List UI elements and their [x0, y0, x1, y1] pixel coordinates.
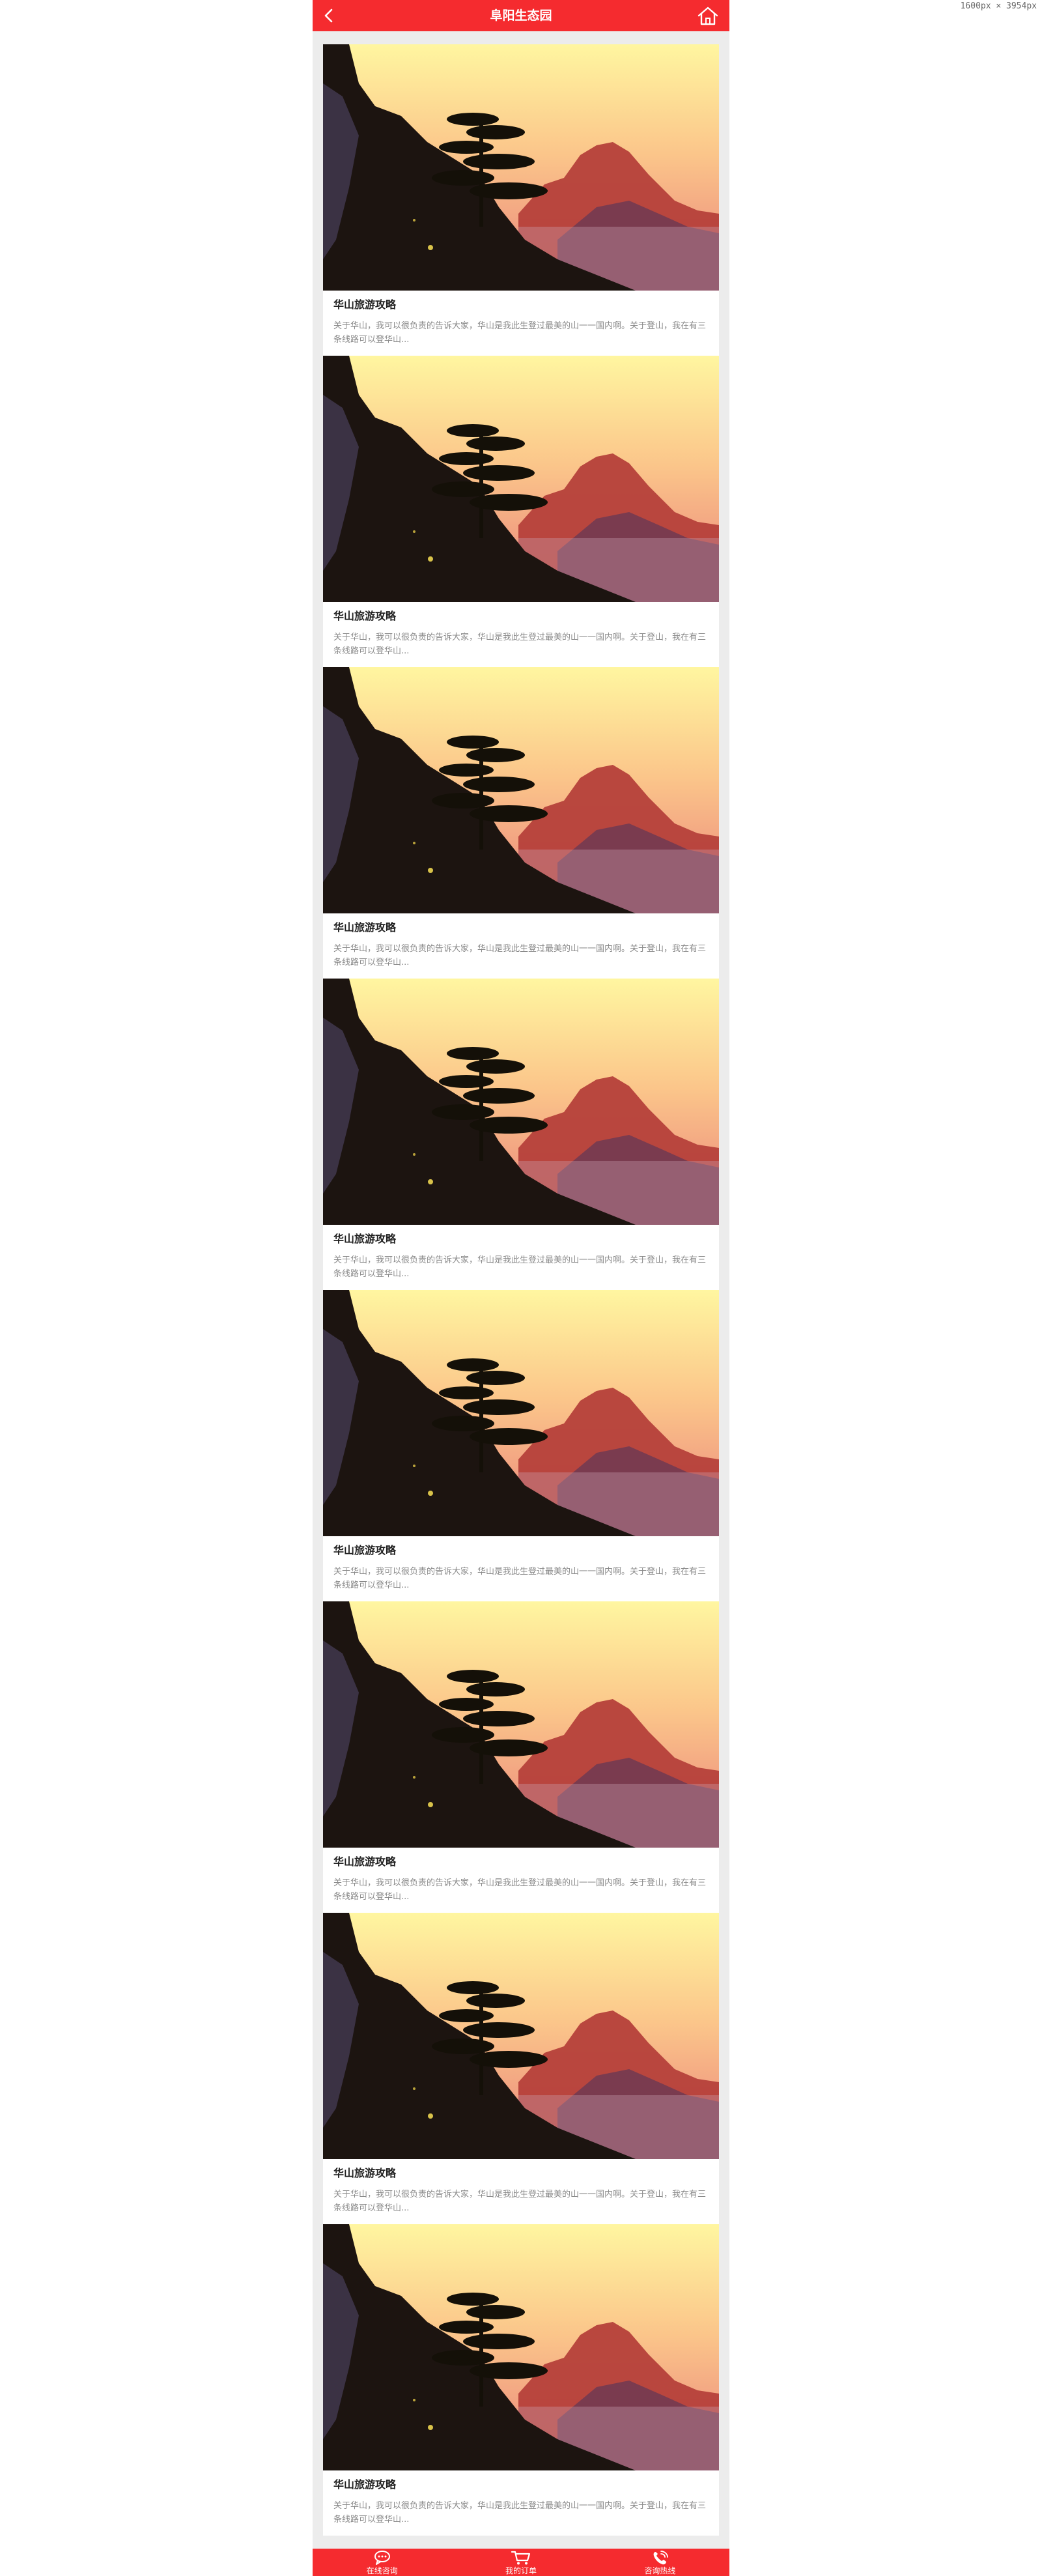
chat-bubble-icon	[374, 2551, 390, 2565]
article-card[interactable]: 华山旅游攻略关于华山，我可以很负责的告诉大家，华山是我此生登过最美的山一一国内啊…	[323, 2224, 719, 2536]
tab-my-orders[interactable]: 我的订单	[451, 2549, 590, 2576]
article-thumbnail	[323, 979, 719, 1225]
article-title: 华山旅游攻略	[333, 298, 397, 311]
tab-label: 我的订单	[505, 2566, 537, 2575]
article-thumbnail	[323, 667, 719, 913]
mobile-page: 阜阳生态园 华山旅游攻略关于华山，我可以很负责的告诉大家，华山是我此生登过最美的…	[313, 0, 729, 2576]
article-card[interactable]: 华山旅游攻略关于华山，我可以很负责的告诉大家，华山是我此生登过最美的山一一国内啊…	[323, 1913, 719, 2224]
article-summary: 关于华山，我可以很负责的告诉大家，华山是我此生登过最美的山一一国内啊。关于登山，…	[333, 1567, 707, 1590]
article-title: 华山旅游攻略	[333, 1544, 397, 1556]
article-thumbnail	[323, 2224, 719, 2470]
article-thumbnail	[323, 1290, 719, 1536]
article-thumbnail	[323, 1601, 719, 1848]
phone-call-icon	[653, 2551, 669, 2565]
article-summary: 关于华山，我可以很负责的告诉大家，华山是我此生登过最美的山一一国内啊。关于登山，…	[333, 1878, 707, 1902]
article-summary: 关于华山，我可以很负责的告诉大家，华山是我此生登过最美的山一一国内啊。关于登山，…	[333, 321, 707, 345]
article-title: 华山旅游攻略	[333, 1233, 397, 1245]
article-title: 华山旅游攻略	[333, 1855, 397, 1868]
article-card[interactable]: 华山旅游攻略关于华山，我可以很负责的告诉大家，华山是我此生登过最美的山一一国内啊…	[323, 667, 719, 979]
shopping-cart-icon	[511, 2551, 531, 2565]
tab-label: 咨询热线	[644, 2566, 676, 2575]
article-summary: 关于华山，我可以很负责的告诉大家，华山是我此生登过最美的山一一国内啊。关于登山，…	[333, 944, 707, 967]
screen-size-label: 1600px × 3954px	[960, 1, 1037, 11]
article-summary: 关于华山，我可以很负责的告诉大家，华山是我此生登过最美的山一一国内啊。关于登山，…	[333, 1255, 707, 1279]
top-navigation-bar: 阜阳生态园	[313, 0, 729, 31]
article-card[interactable]: 华山旅游攻略关于华山，我可以很负责的告诉大家，华山是我此生登过最美的山一一国内啊…	[323, 356, 719, 667]
home-icon	[697, 7, 718, 25]
page-title: 阜阳生态园	[490, 8, 552, 23]
tab-label: 在线咨询	[366, 2566, 398, 2575]
home-button[interactable]	[697, 5, 719, 26]
article-summary: 关于华山，我可以很负责的告诉大家，华山是我此生登过最美的山一一国内啊。关于登山，…	[333, 633, 707, 656]
article-card[interactable]: 华山旅游攻略关于华山，我可以很负责的告诉大家，华山是我此生登过最美的山一一国内啊…	[323, 979, 719, 1290]
article-card[interactable]: 华山旅游攻略关于华山，我可以很负责的告诉大家，华山是我此生登过最美的山一一国内啊…	[323, 44, 719, 356]
article-card[interactable]: 华山旅游攻略关于华山，我可以很负责的告诉大家，华山是我此生登过最美的山一一国内啊…	[323, 1601, 719, 1913]
tab-online-consult[interactable]: 在线咨询	[313, 2549, 451, 2576]
article-title: 华山旅游攻略	[333, 2167, 397, 2179]
tab-hotline[interactable]: 咨询热线	[591, 2549, 729, 2576]
article-list: 华山旅游攻略关于华山，我可以很负责的告诉大家，华山是我此生登过最美的山一一国内啊…	[323, 44, 719, 2536]
article-card[interactable]: 华山旅游攻略关于华山，我可以很负责的告诉大家，华山是我此生登过最美的山一一国内啊…	[323, 1290, 719, 1601]
article-summary: 关于华山，我可以很负责的告诉大家，华山是我此生登过最美的山一一国内啊。关于登山，…	[333, 2190, 707, 2213]
article-title: 华山旅游攻略	[333, 2478, 397, 2491]
bottom-tab-bar: 在线咨询 我的订单 咨询热线	[313, 2549, 729, 2576]
article-thumbnail	[323, 356, 719, 602]
article-thumbnail	[323, 1913, 719, 2159]
article-thumbnail	[323, 44, 719, 291]
article-title: 华山旅游攻略	[333, 610, 397, 622]
article-summary: 关于华山，我可以很负责的告诉大家，华山是我此生登过最美的山一一国内啊。关于登山，…	[333, 2501, 707, 2525]
article-title: 华山旅游攻略	[333, 921, 397, 934]
